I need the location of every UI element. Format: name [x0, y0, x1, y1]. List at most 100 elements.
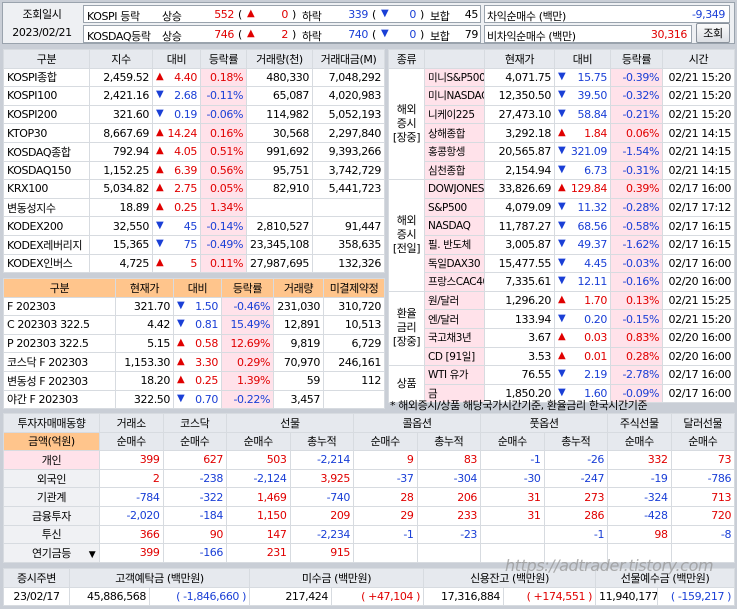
query-button[interactable]: 조회	[696, 23, 730, 43]
futures-row[interactable]: F 202303 321.70 ▼ 1.50 -0.46% 231,030 310…	[3, 296, 385, 317]
global-name: NASDAQ	[424, 216, 485, 236]
futures-row[interactable]: C 202303 322.5 4.42 ▼ 0.81 15.49% 12,891 …	[3, 315, 385, 335]
global-rate: -0.39%	[610, 67, 663, 88]
investor-row[interactable]: 개인 399 627 503 -2,214 9 83 -1 -26 332 73	[3, 450, 736, 470]
change-value: 2.68	[174, 89, 197, 103]
futures-row[interactable]: 코스닥 F 202303 1,153.30 ▲ 3.30 0.29% 70,970…	[3, 352, 385, 372]
index-row[interactable]: KTOP30 8,667.69 ▲ 14.24 0.16% 30,568 2,29…	[3, 123, 385, 143]
index-row[interactable]: 변동성지수 18.89 ▲ 0.25 1.34%	[3, 197, 385, 218]
investor-value: -247	[543, 468, 609, 489]
global-row[interactable]: S&P500 4,079.09 ▼ 11.32 -0.28% 02/17 17:1…	[389, 197, 735, 218]
down-arrow-icon: ▼	[381, 28, 389, 39]
global-row[interactable]: 니케이225 27,473.10 ▼ 58.84 -0.21% 02/21 15:…	[389, 104, 735, 125]
deposit-value: 45,886,568	[69, 586, 150, 607]
index-value: 1,152.25	[89, 160, 153, 181]
global-time: 02/17 16:00	[662, 253, 735, 274]
change-value: 0.01	[584, 349, 607, 363]
global-time: 02/21 15:20	[662, 309, 735, 329]
investor-value: 31	[480, 487, 545, 507]
futures-row[interactable]: 변동성 F 202303 18.20 ▲ 0.25 1.39% 59 112	[3, 370, 385, 391]
investor-value: -428	[607, 505, 672, 526]
global-row[interactable]: 해외 증시 [장중] 미니S&P500 4,071.75 ▼ 15.75 -0.39…	[388, 67, 735, 181]
investor-row[interactable]: 기관계 -784 -322 1,469 -740 28 206 31 273 -324 713	[3, 487, 736, 507]
investor-value: -1	[543, 524, 609, 545]
index-row[interactable]: KODEX200 32,550 ▼ 45 -0.14% 2,810,527 91,…	[3, 216, 385, 236]
global-row[interactable]: 홍콩항셍 20,565.87 ▼ 321.09 -1.54% 02/21 14:1…	[389, 141, 735, 162]
investor-row[interactable]: 외국인 2 -238 -2,124 3,925 -37 -304 -30 -247 -19 -786	[3, 468, 736, 489]
index-row[interactable]: KOSPI100 2,421.16 ▼ 2.68 -0.11% 65,087 4,…	[3, 86, 385, 106]
rise-count: 746	[214, 28, 234, 41]
change-value: 39.50	[577, 89, 608, 103]
index-row[interactable]: KOSDAQ종합 792.94 ▲ 4.05 0.51% 991,692 9,39…	[3, 141, 385, 162]
global-row[interactable]: CD [91일] 3.53 ▲ 0.01 0.28% 02/20 16:00	[389, 346, 735, 367]
global-row[interactable]: 필. 반도체 3,005.87 ▼ 49.37 -1.62% 02/17 16:1…	[389, 234, 735, 255]
change-value: 68.56	[577, 219, 608, 233]
down-triangle-icon: ▼	[156, 89, 164, 101]
down-triangle-icon: ▼	[558, 368, 566, 380]
investor-value: -786	[670, 468, 736, 489]
global-rate: -0.28%	[610, 197, 663, 218]
index-name: KODEX인버스	[3, 253, 90, 274]
index-header: 지수	[89, 49, 153, 69]
change-value: 321.09	[570, 145, 607, 159]
global-row[interactable]: 심천종합 2,154.94 ▼ 6.73 -0.31% 02/21 14:15	[389, 160, 735, 181]
global-row[interactable]: 상품 WTI 유가 76.55 ▼ 2.19 -2.78% 02/17 16:00	[388, 365, 735, 404]
index-name: KOSDAQ종합	[3, 141, 90, 162]
investor-value: 627	[162, 450, 227, 470]
change-value: 0.19	[174, 108, 197, 122]
futures-table: 구분 현재가 대비 등락률 거래량 미결제약정 F 202303 321.70 ▼ 1.50…	[3, 278, 385, 410]
down-triangle-icon: ▼	[558, 145, 566, 157]
index-row[interactable]: KRX100 5,034.82 ▲ 2.75 0.05% 82,910 5,441…	[3, 179, 385, 199]
rise-change: 0	[281, 8, 288, 21]
global-name: 미니NASDAQ	[424, 86, 485, 106]
futures-header: 거래량	[273, 278, 324, 298]
global-row[interactable]: 독일DAX30 15,477.55 ▼ 4.45 -0.03% 02/17 16:…	[389, 253, 735, 274]
investor-sub-header: 순매수	[99, 431, 164, 452]
global-row[interactable]: 엔/달러 133.94 ▼ 0.20 -0.15% 02/21 15:20	[389, 309, 735, 329]
investor-value: 90	[162, 524, 227, 545]
investor-row[interactable]: 금융투자 -2,020 -184 1,150 209 29 233 31 286 -428 720	[3, 505, 736, 526]
global-time: 02/20 16:00	[662, 327, 735, 348]
investor-value: 233	[416, 505, 482, 526]
index-row[interactable]: KODEX레버리지 15,365 ▼ 75 -0.49% 23,345,108 3…	[3, 234, 385, 255]
index-volume: 23,345,108	[246, 234, 313, 255]
global-row[interactable]: 국고채3년 3.67 ▲ 0.03 0.83% 02/20 16:00	[389, 327, 735, 348]
investor-row[interactable]: 투신 366 90 147 -2,234 -1 -23 -1 98 -8	[3, 524, 736, 545]
global-row[interactable]: 프랑스CAC40 7,335.61 ▼ 12.11 -0.16% 02/20 16…	[389, 272, 735, 292]
futures-row[interactable]: 야간 F 202303 322.50 ▼ 0.70 -0.22% 3,457	[3, 389, 385, 410]
change-value: 3.30	[195, 355, 218, 369]
global-row[interactable]: 환율 금리 [장중] 원/달러 1,296.20 ▲ 1.70 0.13% 02/2…	[388, 290, 735, 367]
dropdown-arrow-icon[interactable]: ▼	[86, 548, 98, 562]
net-buy-row: 비차익순매수 (백만) 30,316	[484, 25, 692, 43]
investor-value: 28	[353, 487, 418, 507]
index-amount: 7,048,292	[312, 67, 385, 88]
global-row[interactable]: 미니NASDAQ 12,350.50 ▼ 39.50 -0.32% 02/21 1…	[389, 86, 735, 106]
investor-group-header: 달러선물	[670, 413, 736, 433]
investor-value: -30	[480, 468, 545, 489]
futures-rate: -0.46%	[221, 296, 274, 317]
futures-name: P 202303 322.5	[3, 333, 116, 354]
global-row[interactable]: 상해종합 3,292.18 ▲ 1.84 0.06% 02/21 14:15	[389, 123, 735, 143]
investor-value: 1,469	[226, 487, 291, 507]
index-row[interactable]: KOSDAQ150 1,152.25 ▲ 6.39 0.56% 95,751 3,…	[3, 160, 385, 181]
index-rate: -0.14%	[200, 216, 247, 236]
futures-price: 321.70	[115, 296, 174, 317]
futures-row[interactable]: P 202303 322.5 5.15 ▲ 0.58 12.69% 9,819 6…	[3, 333, 385, 354]
up-triangle-icon: ▲	[177, 374, 185, 386]
index-row[interactable]: KOSPI종합 2,459.52 ▲ 4.40 0.18% 480,330 7,0…	[3, 67, 385, 88]
investor-group-header: 주식선물	[607, 413, 672, 433]
index-row[interactable]: KOSPI200 321.60 ▼ 0.19 -0.06% 114,982 5,0…	[3, 104, 385, 125]
net-buy-row: 차익순매수 (백만) -9,349	[484, 5, 730, 23]
global-row[interactable]: 해외 증시 [전일] DOWJONES 33,826.69 ▲ 129.84 0.3…	[388, 179, 735, 292]
global-name: 국고채3년	[424, 327, 485, 348]
fall-count: 740	[348, 28, 368, 41]
index-volume: 480,330	[246, 67, 313, 88]
credit-value: 17,316,884	[423, 586, 505, 607]
global-price: 76.55	[484, 365, 555, 385]
index-row[interactable]: KODEX인버스 4,725 ▲ 5 0.11% 27,987,695 132,3…	[3, 253, 385, 274]
global-time: 02/21 15:25	[662, 290, 735, 311]
investor-value: 209	[289, 505, 355, 526]
global-row[interactable]: NASDAQ 11,787.27 ▼ 68.56 -0.58% 02/17 16:…	[389, 216, 735, 236]
investor-value: -23	[416, 524, 482, 545]
global-header: 현재가	[484, 49, 555, 69]
